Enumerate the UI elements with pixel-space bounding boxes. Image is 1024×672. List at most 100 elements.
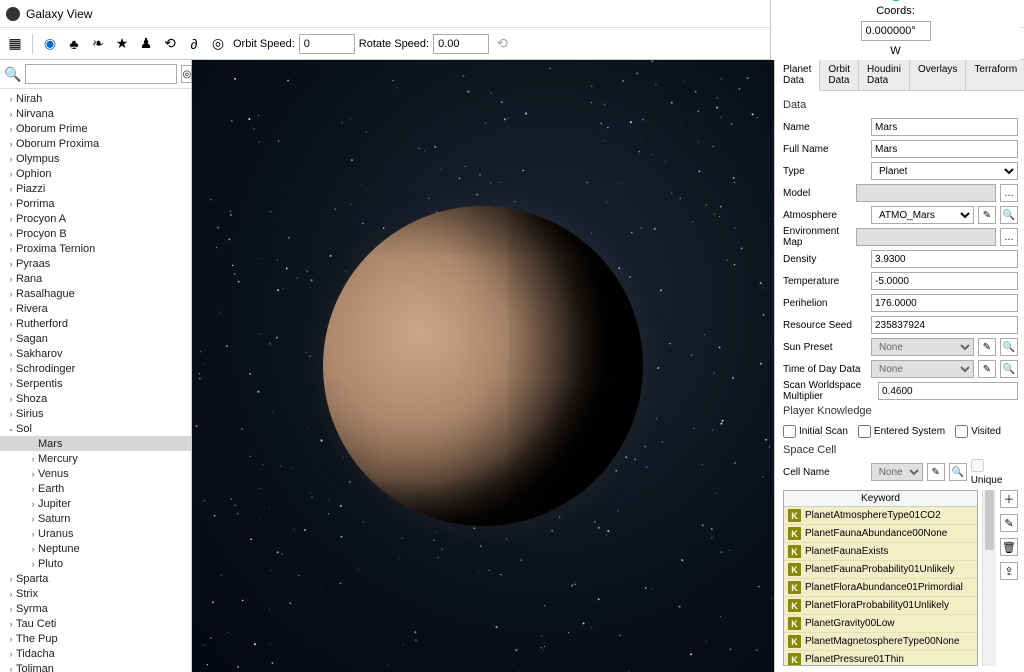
atmo-search-button[interactable]: 🔍 <box>1000 206 1018 224</box>
density-input[interactable] <box>871 250 1018 268</box>
sun-search-button[interactable]: 🔍 <box>1000 338 1018 356</box>
tab-houdini-data[interactable]: Houdini Data <box>859 60 910 90</box>
tree-system-item[interactable]: ›Strix <box>0 586 191 601</box>
envmap-browse-button[interactable]: … <box>1000 228 1018 246</box>
target-icon[interactable]: ◎ <box>207 33 229 55</box>
keyword-scrollbar[interactable] <box>982 490 996 666</box>
tree-system-item[interactable]: ›Rana <box>0 271 191 286</box>
tree-system-item[interactable]: ›Rasalhague <box>0 286 191 301</box>
model-browse-button[interactable]: … <box>1000 184 1018 202</box>
tree-system-item[interactable]: ›Sagan <box>0 331 191 346</box>
name-input[interactable] <box>871 118 1018 136</box>
orbit-icon[interactable]: ∂ <box>183 33 205 55</box>
tree-system-item[interactable]: ›Toliman <box>0 661 191 672</box>
tree-planet-item[interactable]: ›Jupiter <box>0 496 191 511</box>
rotate-speed-input[interactable] <box>433 34 489 54</box>
keyword-item[interactable]: KPlanetFloraProbability01Unlikely <box>784 597 977 615</box>
coords-icon[interactable] <box>888 0 904 1</box>
tree-planet-item[interactable]: ›Mercury <box>0 451 191 466</box>
tab-orbit-data[interactable]: Orbit Data <box>820 60 859 90</box>
grid-icon[interactable]: ▦ <box>4 33 26 55</box>
envmap-input[interactable] <box>856 228 996 246</box>
tree-system-item[interactable]: ›Sparta <box>0 571 191 586</box>
model-input[interactable] <box>856 184 996 202</box>
fullname-input[interactable] <box>871 140 1018 158</box>
tree-system-item[interactable]: ›Shoza <box>0 391 191 406</box>
tree-system-item[interactable]: ›Sirius <box>0 406 191 421</box>
locate-button[interactable]: ◎ <box>181 65 192 83</box>
tree-planet-item[interactable]: ›Neptune <box>0 541 191 556</box>
keyword-item[interactable]: KPlanetFaunaExists <box>784 543 977 561</box>
orbit-speed-input[interactable] <box>299 34 355 54</box>
tree-system-item[interactable]: ›Nirvana <box>0 106 191 121</box>
tab-planet-data[interactable]: Planet Data <box>775 60 820 91</box>
tree-system-item[interactable]: ›Rutherford <box>0 316 191 331</box>
tree-system-item[interactable]: ›Olympus <box>0 151 191 166</box>
cellname-edit-button[interactable]: ✎ <box>927 463 945 481</box>
keyword-item[interactable]: KPlanetFloraAbundance01Primordial <box>784 579 977 597</box>
keyword-export-button[interactable]: ⇪ <box>1000 562 1018 580</box>
type-select[interactable]: Planet <box>871 162 1018 180</box>
keyword-edit-button[interactable]: ✎ <box>1000 514 1018 532</box>
tree-system-item[interactable]: ›Pyraas <box>0 256 191 271</box>
tree-planet-item[interactable]: ›Uranus <box>0 526 191 541</box>
tree-system-item[interactable]: ›Syrma <box>0 601 191 616</box>
sun-select[interactable]: None <box>871 338 974 356</box>
reset-rotation-icon[interactable]: ⟲ <box>491 33 513 55</box>
cellname-search-button[interactable]: 🔍 <box>949 463 967 481</box>
tree-system-item[interactable]: ›Ophion <box>0 166 191 181</box>
tod-edit-button[interactable]: ✎ <box>978 360 996 378</box>
tree-system-item[interactable]: ›Sakharov <box>0 346 191 361</box>
bulb-icon[interactable]: ♟ <box>135 33 157 55</box>
tree-system-item[interactable]: ⌄Sol <box>0 421 191 436</box>
tree-system-item[interactable]: ›Proxima Ternion <box>0 241 191 256</box>
tree-icon[interactable]: ♣ <box>63 33 85 55</box>
tree-planet-item[interactable]: ›Venus <box>0 466 191 481</box>
unique-check[interactable]: Unique <box>971 459 1018 486</box>
tree-system-item[interactable]: ›Tidacha <box>0 646 191 661</box>
tree-system-item[interactable]: ›Schrodinger <box>0 361 191 376</box>
sun-edit-button[interactable]: ✎ <box>978 338 996 356</box>
entered-system-check[interactable]: Entered System <box>858 425 945 438</box>
tree-system-item[interactable]: ›Oborum Prime <box>0 121 191 136</box>
tree-system-item[interactable]: ›Porrima <box>0 196 191 211</box>
keyword-delete-button[interactable]: 🗑 <box>1000 538 1018 556</box>
coord-a-input[interactable] <box>861 21 931 41</box>
atmo-select[interactable]: ATMO_Mars <box>871 206 974 224</box>
tree-planet-item[interactable]: ›Earth <box>0 481 191 496</box>
tree-system-item[interactable]: ›Oborum Proxima <box>0 136 191 151</box>
search-input[interactable] <box>25 64 177 84</box>
tree-system-item[interactable]: ›Procyon B <box>0 226 191 241</box>
tab-overlays[interactable]: Overlays <box>910 60 966 90</box>
seed-input[interactable] <box>871 316 1018 334</box>
viewport[interactable] <box>192 60 774 672</box>
tree-system-item[interactable]: ›Procyon A <box>0 211 191 226</box>
system-tree[interactable]: ›Nirah›Nirvana›Oborum Prime›Oborum Proxi… <box>0 89 191 672</box>
tab-terraform[interactable]: Terraform <box>966 60 1024 90</box>
tree-system-item[interactable]: ›Nirah <box>0 91 191 106</box>
tree-system-item[interactable]: ›The Pup <box>0 631 191 646</box>
refresh-icon[interactable]: ⟲ <box>159 33 181 55</box>
tod-search-button[interactable]: 🔍 <box>1000 360 1018 378</box>
tree-system-item[interactable]: ›Piazzi <box>0 181 191 196</box>
keyword-item[interactable]: KPlanetMagnetosphereType00None <box>784 633 977 651</box>
atmo-edit-button[interactable]: ✎ <box>978 206 996 224</box>
tree-planet-item[interactable]: Mars <box>0 436 191 451</box>
perihelion-input[interactable] <box>871 294 1018 312</box>
keyword-item[interactable]: KPlanetGravity00Low <box>784 615 977 633</box>
keyword-item[interactable]: KPlanetAtmosphereType01CO2 <box>784 507 977 525</box>
leaf-icon[interactable]: ❧ <box>87 33 109 55</box>
cellname-select[interactable]: None <box>871 463 923 481</box>
visited-check[interactable]: Visited <box>955 425 1001 438</box>
star-icon[interactable]: ★ <box>111 33 133 55</box>
keyword-item[interactable]: KPlanetPressure01Thin <box>784 651 977 666</box>
tree-system-item[interactable]: ›Tau Ceti <box>0 616 191 631</box>
tree-planet-item[interactable]: ›Saturn <box>0 511 191 526</box>
temp-input[interactable] <box>871 272 1018 290</box>
scan-input[interactable] <box>878 382 1018 400</box>
keyword-list[interactable]: Keyword KPlanetAtmosphereType01CO2KPlane… <box>783 490 978 666</box>
tree-planet-item[interactable]: ›Pluto <box>0 556 191 571</box>
keyword-add-button[interactable]: ＋ <box>1000 490 1018 508</box>
tree-system-item[interactable]: ›Rivera <box>0 301 191 316</box>
tod-select[interactable]: None <box>871 360 974 378</box>
